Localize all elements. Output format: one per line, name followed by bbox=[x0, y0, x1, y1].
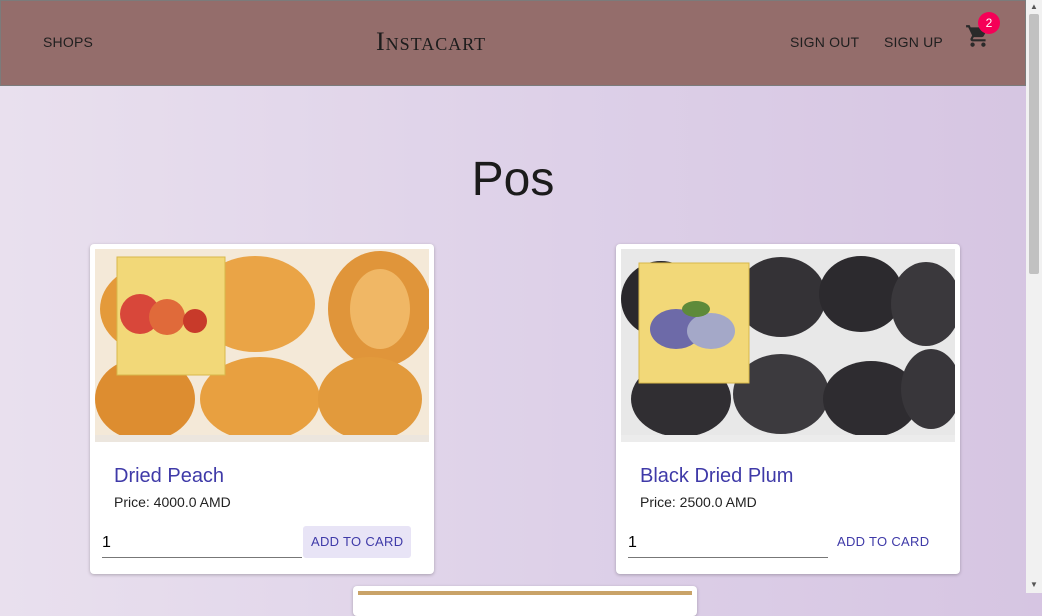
scrollbar-thumb[interactable] bbox=[1029, 14, 1039, 274]
shops-link[interactable]: SHOPS bbox=[43, 34, 93, 50]
vertical-scrollbar[interactable]: ▲ ▼ bbox=[1026, 0, 1042, 593]
brand-logo[interactable]: Instacart bbox=[376, 27, 486, 57]
product-title[interactable]: Dried Peach bbox=[114, 465, 224, 488]
page-title: Pos bbox=[471, 153, 555, 206]
product-card-partial bbox=[353, 586, 697, 616]
product-price: Price: 4000.0 AMD bbox=[114, 494, 231, 510]
cart-count-badge: 2 bbox=[978, 12, 1000, 34]
scroll-up-arrow-icon[interactable]: ▲ bbox=[1030, 2, 1038, 11]
product-price: Price: 2500.0 AMD bbox=[640, 494, 757, 510]
quantity-input[interactable] bbox=[102, 529, 302, 558]
product-card: Dried Peach Price: 4000.0 AMD ADD TO CAR… bbox=[90, 244, 434, 574]
product-title[interactable]: Black Dried Plum bbox=[640, 465, 793, 488]
top-app-bar: SHOPS Instacart SIGN OUT SIGN UP 2 bbox=[0, 0, 1026, 86]
product-image-partial bbox=[358, 591, 692, 595]
add-to-card-button[interactable]: ADD TO CARD bbox=[829, 526, 937, 558]
product-image-dried-peach bbox=[95, 249, 429, 442]
product-card: Black Dried Plum Price: 2500.0 AMD ADD T… bbox=[616, 244, 960, 574]
quantity-input[interactable] bbox=[628, 529, 828, 558]
product-image-black-dried-plum bbox=[621, 249, 955, 442]
add-to-card-button[interactable]: ADD TO CARD bbox=[303, 526, 412, 558]
sign-out-link[interactable]: SIGN OUT bbox=[790, 34, 859, 50]
sign-up-link[interactable]: SIGN UP bbox=[884, 34, 943, 50]
scroll-down-arrow-icon[interactable]: ▼ bbox=[1030, 580, 1038, 589]
